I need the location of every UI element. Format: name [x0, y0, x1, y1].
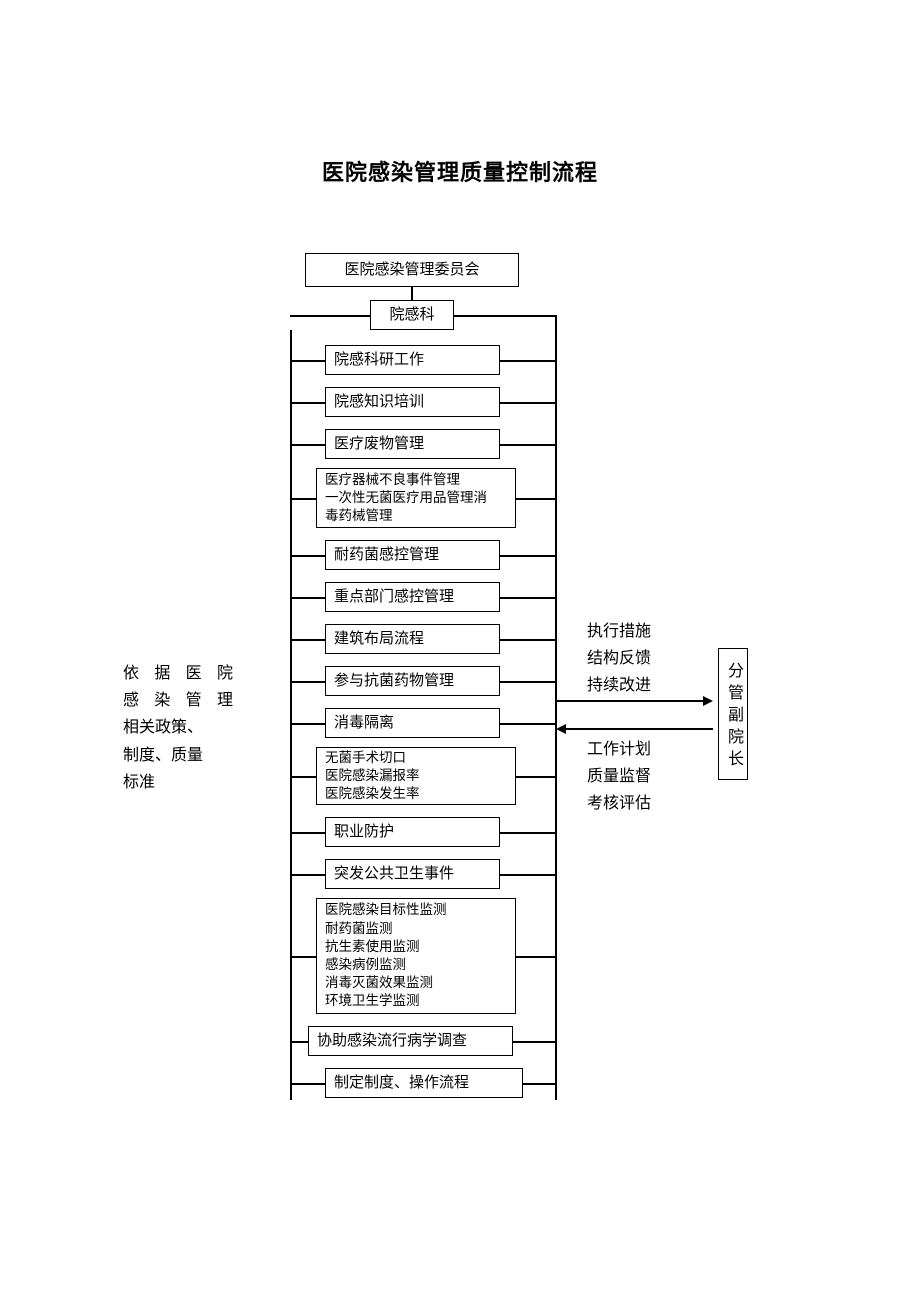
text: 质量监督 — [587, 763, 651, 790]
text: 环境卫生学监测 — [325, 992, 420, 1010]
box-item-12: 突发公共卫生事件 — [325, 859, 500, 889]
arrow-left-icon — [556, 724, 566, 734]
text: 持续改进 — [587, 672, 651, 699]
connector — [516, 956, 555, 958]
connector — [290, 1083, 325, 1085]
text: 耐药菌监测 — [325, 920, 393, 938]
arrow-line-out — [555, 700, 705, 702]
connector — [523, 1083, 555, 1085]
text: 医院感染发生率 — [325, 785, 420, 803]
connector — [500, 681, 555, 683]
connector — [290, 681, 325, 683]
connector — [290, 776, 316, 778]
text: 结构反馈 — [587, 645, 651, 672]
text: 医院感染漏报率 — [325, 767, 420, 785]
connector — [290, 315, 370, 317]
connector — [290, 723, 325, 725]
box-item-2: 院感知识培训 — [325, 387, 500, 417]
connector — [290, 555, 325, 557]
connector — [500, 723, 555, 725]
connector — [500, 555, 555, 557]
connector — [290, 832, 325, 834]
page-title: 医院感染管理质量控制流程 — [0, 155, 920, 187]
left-bus — [290, 330, 292, 1100]
text: 一次性无菌医疗用品管理消 — [325, 489, 487, 507]
connector — [516, 776, 555, 778]
box-item-15: 制定制度、操作流程 — [325, 1068, 523, 1098]
box-item-6: 重点部门感控管理 — [325, 582, 500, 612]
text: 制度、质量 — [123, 742, 233, 769]
connector — [290, 597, 325, 599]
box-committee: 医院感染管理委员会 — [305, 253, 519, 287]
text: 抗生素使用监测 — [325, 938, 420, 956]
text: 感染病例监测 — [325, 956, 406, 974]
box-item-4: 医疗器械不良事件管理 一次性无菌医疗用品管理消 毒药械管理 — [316, 468, 516, 528]
text: 工作计划 — [587, 736, 651, 763]
connector — [290, 874, 325, 876]
left-note: 依据医院 感染管理 相关政策、 制度、质量 标准 — [123, 660, 233, 796]
connector — [290, 498, 316, 500]
text: 医疗器械不良事件管理 — [325, 471, 460, 489]
text: 标准 — [123, 769, 233, 796]
text: 无菌手术切口 — [325, 749, 406, 767]
connector — [500, 444, 555, 446]
connector — [516, 498, 555, 500]
text: 相关政策、 — [123, 714, 233, 741]
box-item-3: 医疗废物管理 — [325, 429, 500, 459]
connector — [500, 402, 555, 404]
arrow-line-in — [565, 728, 713, 730]
connector — [500, 874, 555, 876]
text: 依据医院 — [123, 660, 233, 687]
right-upper-note: 执行措施 结构反馈 持续改进 — [587, 618, 651, 700]
text: 消毒灭菌效果监测 — [325, 974, 433, 992]
box-item-1: 院感科研工作 — [325, 345, 500, 375]
connector — [500, 597, 555, 599]
text: 毒药械管理 — [325, 507, 393, 525]
connector — [290, 444, 325, 446]
connector — [500, 360, 555, 362]
box-vice-president: 分管副院长 — [718, 648, 748, 780]
text: 感染管理 — [123, 687, 233, 714]
connector — [290, 639, 325, 641]
connector — [500, 832, 555, 834]
box-item-10: 无菌手术切口 医院感染漏报率 医院感染发生率 — [316, 747, 516, 805]
connector — [290, 360, 325, 362]
text: 执行措施 — [587, 618, 651, 645]
box-dept: 院感科 — [370, 300, 454, 330]
text: 医院感染目标性监测 — [325, 901, 447, 919]
box-item-7: 建筑布局流程 — [325, 624, 500, 654]
arrow-right-icon — [703, 696, 713, 706]
box-item-5: 耐药菌感控管理 — [325, 540, 500, 570]
box-item-14: 协助感染流行病学调查 — [308, 1026, 513, 1056]
connector — [290, 956, 316, 958]
box-item-8: 参与抗菌药物管理 — [325, 666, 500, 696]
right-lower-note: 工作计划 质量监督 考核评估 — [587, 736, 651, 818]
box-item-13: 医院感染目标性监测 耐药菌监测 抗生素使用监测 感染病例监测 消毒灭菌效果监测 … — [316, 898, 516, 1014]
connector — [411, 287, 413, 300]
text: 考核评估 — [587, 790, 651, 817]
connector — [290, 402, 325, 404]
connector — [290, 1041, 308, 1043]
box-item-11: 职业防护 — [325, 817, 500, 847]
right-bus — [555, 315, 557, 1100]
box-item-9: 消毒隔离 — [325, 708, 500, 738]
connector — [500, 639, 555, 641]
connector — [513, 1041, 555, 1043]
connector — [454, 315, 555, 317]
